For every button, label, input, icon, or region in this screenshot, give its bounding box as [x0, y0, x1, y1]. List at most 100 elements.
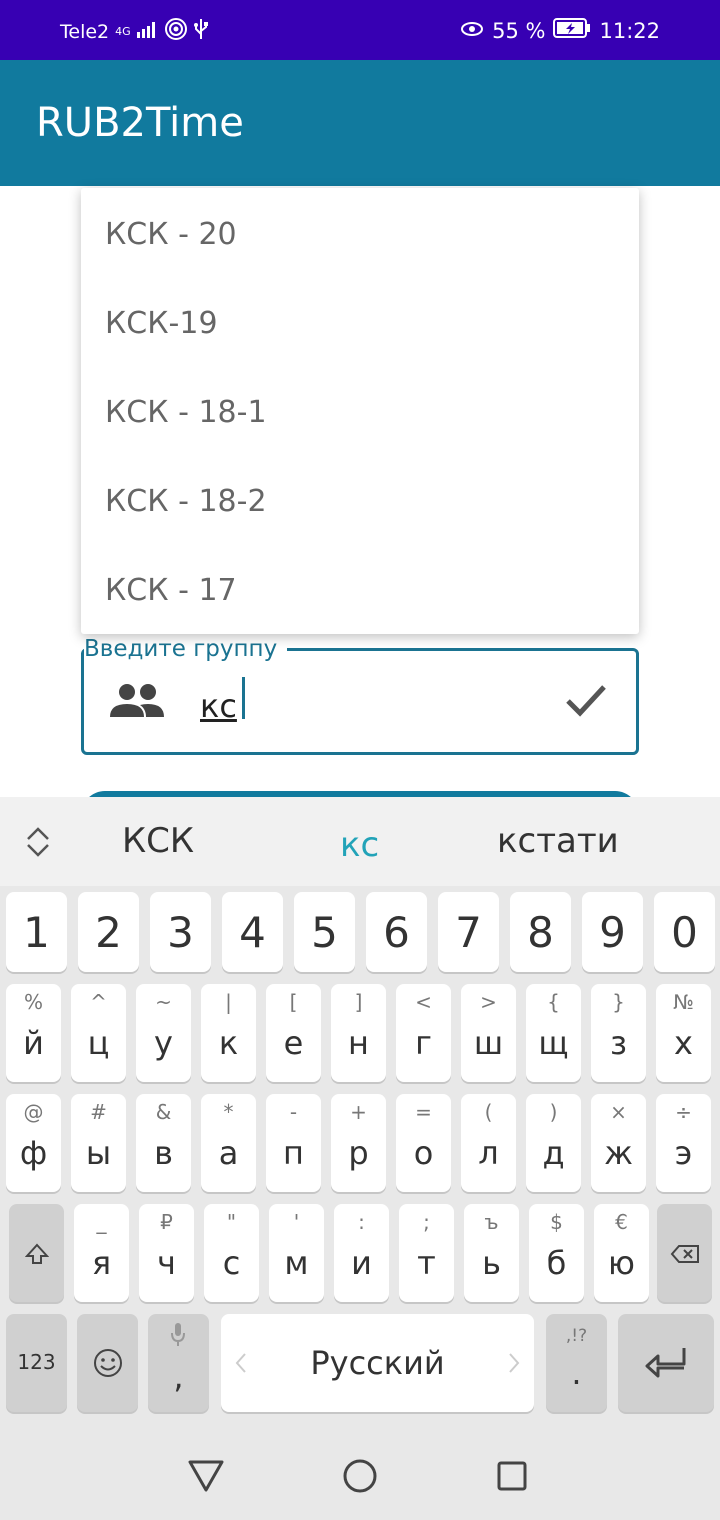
app-bar: RUB2Time — [0, 60, 720, 186]
back-icon[interactable] — [186, 1458, 226, 1496]
dropdown-item[interactable]: КСК-19 — [81, 277, 639, 366]
dropdown-item[interactable]: КСК - 20 — [81, 188, 639, 277]
shift-icon — [24, 1242, 50, 1270]
key-alt-label: ₽ — [160, 1210, 173, 1234]
enter-icon — [644, 1344, 688, 1384]
key-letter[interactable]: × ж — [591, 1094, 646, 1192]
key-label: з — [609, 1024, 627, 1062]
key-letter[interactable]: @ ф — [6, 1094, 61, 1192]
key-letter[interactable]: + р — [331, 1094, 386, 1192]
key-4[interactable]: 4 — [222, 892, 283, 972]
key-alt-label: @ — [23, 1100, 44, 1124]
key-0[interactable]: 0 — [654, 892, 715, 972]
battery-percent: 55 % — [492, 18, 546, 43]
dropdown-item[interactable]: КСК - 17 — [81, 544, 639, 633]
period-key[interactable]: ,!? . — [546, 1314, 607, 1412]
key-alt-label: * — [223, 1100, 234, 1124]
key-9[interactable]: 9 — [582, 892, 643, 972]
key-alt-label: > — [480, 990, 497, 1014]
key-label: 5 — [311, 908, 338, 957]
suggestion-middle[interactable]: кс — [340, 825, 379, 865]
key-letter[interactable]: = о — [396, 1094, 451, 1192]
key-letter[interactable]: _ я — [74, 1204, 129, 1302]
key-label: 2 — [95, 908, 122, 957]
key-letter[interactable]: " с — [204, 1204, 259, 1302]
key-alt-label: | — [225, 990, 232, 1014]
key-2[interactable]: 2 — [78, 892, 139, 972]
key-letter[interactable]: :и — [334, 1204, 389, 1302]
key-letter[interactable]: {щ — [526, 984, 581, 1082]
key-label: в — [154, 1134, 173, 1172]
chevron-right-icon — [508, 1352, 520, 1378]
key-letter[interactable]: # ы — [71, 1094, 126, 1192]
key-label: . — [571, 1354, 582, 1392]
key-letter[interactable]: ~ у — [136, 984, 191, 1082]
key-label: х — [674, 1024, 693, 1062]
key-alt-label: ' — [293, 1210, 300, 1234]
key-label: 1 — [23, 908, 50, 957]
key-label: я — [91, 1244, 112, 1282]
key-6[interactable]: 6 — [366, 892, 427, 972]
key-letter[interactable]: № х — [656, 984, 711, 1082]
key-letter[interactable]: [е — [266, 984, 321, 1082]
group-input[interactable]: кс — [200, 687, 237, 725]
key-label: ц — [87, 1024, 110, 1062]
key-label: р — [348, 1134, 369, 1172]
emoji-icon — [93, 1348, 123, 1382]
key-letter[interactable]: ъь — [464, 1204, 519, 1302]
hotspot-icon — [164, 18, 187, 45]
comma-key[interactable]: , — [148, 1314, 209, 1412]
key-1[interactable]: 1 — [6, 892, 67, 972]
key-letter[interactable]: ₽ ч — [139, 1204, 194, 1302]
key-letter[interactable]: ] н — [331, 984, 386, 1082]
key-letter[interactable]: ^ ц — [71, 984, 126, 1082]
key-label: о — [413, 1134, 434, 1172]
key-letter[interactable]: ' м — [269, 1204, 324, 1302]
key-letter[interactable]: } з — [591, 984, 646, 1082]
key-letter[interactable]: | к — [201, 984, 256, 1082]
expand-suggestions-icon[interactable] — [24, 825, 52, 863]
key-letter[interactable]: ÷ э — [656, 1094, 711, 1192]
suggestion-left[interactable]: КСК — [122, 821, 194, 861]
key-label: , — [173, 1358, 184, 1396]
dropdown-item[interactable]: КСК - 18-2 — [81, 455, 639, 544]
key-label: 3 — [167, 908, 194, 957]
dropdown-item[interactable]: КСК - 18-1 — [81, 366, 639, 455]
key-3[interactable]: 3 — [150, 892, 211, 972]
key-8[interactable]: 8 — [510, 892, 571, 972]
key-alt-label: ~ — [155, 990, 172, 1014]
key-letter[interactable]: % й — [6, 984, 61, 1082]
shift-key[interactable] — [9, 1204, 64, 1302]
key-alt-label: № — [673, 990, 694, 1014]
suggestion-right[interactable]: кстати — [497, 821, 619, 861]
key-letter[interactable]: (л — [461, 1094, 516, 1192]
check-icon[interactable] — [564, 681, 608, 725]
key-letter[interactable]: < г — [396, 984, 451, 1082]
key-label: й — [23, 1024, 44, 1062]
key-letter[interactable]: & в — [136, 1094, 191, 1192]
key-letter[interactable]: ; т — [399, 1204, 454, 1302]
key-5[interactable]: 5 — [294, 892, 355, 972]
key-7[interactable]: 7 — [438, 892, 499, 972]
status-bar: Tele2 4G 55 % 11:22 — [0, 0, 720, 60]
recents-icon[interactable] — [496, 1460, 528, 1496]
enter-key[interactable] — [618, 1314, 714, 1412]
emoji-key[interactable] — [77, 1314, 138, 1412]
key-letter[interactable]: > ш — [461, 984, 516, 1082]
key-letter[interactable]: ) д — [526, 1094, 581, 1192]
key-letter[interactable]: $ б — [529, 1204, 584, 1302]
key-label: 7 — [455, 908, 482, 957]
key-letter[interactable]: -п — [266, 1094, 321, 1192]
backspace-key[interactable] — [657, 1204, 712, 1302]
key-letter[interactable]: € ю — [594, 1204, 649, 1302]
text-cursor — [242, 677, 245, 719]
key-label: с — [222, 1244, 241, 1282]
key-alt-label: × — [610, 1100, 627, 1124]
key-letter[interactable]: * а — [201, 1094, 256, 1192]
key-alt-label: + — [350, 1100, 367, 1124]
key-label: н — [348, 1024, 369, 1062]
space-key[interactable]: Русский — [221, 1314, 534, 1412]
group-input-field[interactable]: Введите группу кс — [81, 635, 639, 755]
home-icon[interactable] — [342, 1458, 378, 1498]
mode-123-key[interactable]: 123 — [6, 1314, 67, 1412]
